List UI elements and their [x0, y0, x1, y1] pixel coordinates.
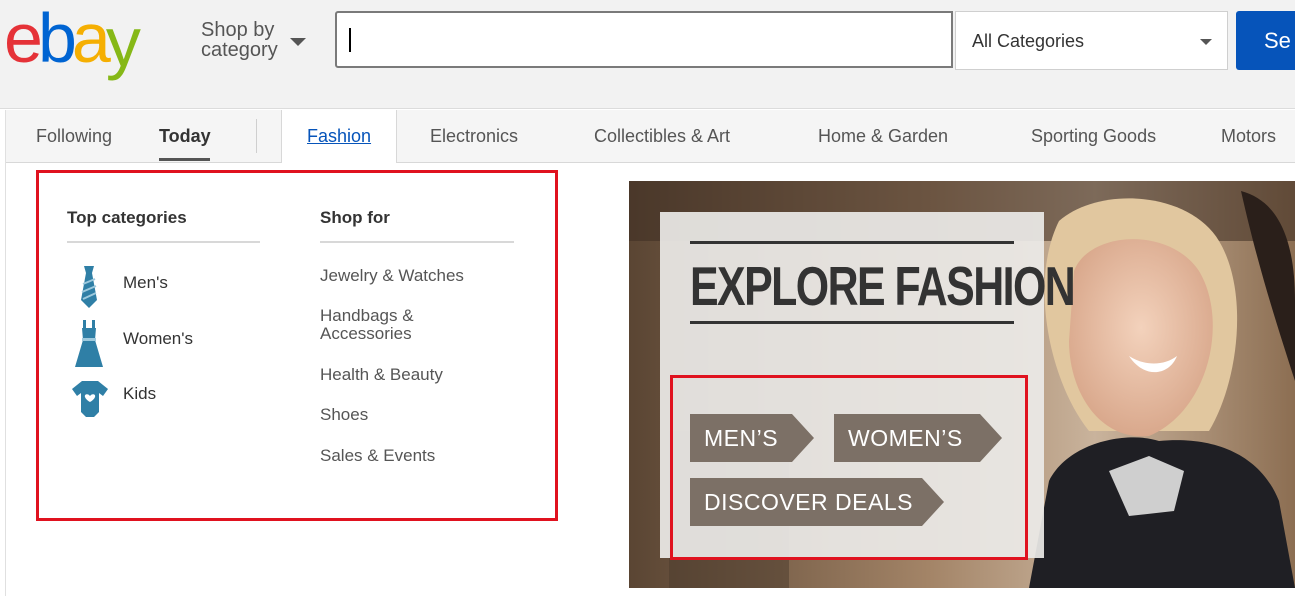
tab-motors[interactable]: Motors [1221, 110, 1276, 162]
shop-link-sales-events[interactable]: Sales & Events [320, 447, 435, 465]
category-link-kids[interactable]: Kids [123, 384, 156, 404]
page-left-border [5, 162, 6, 596]
banner-headline: EXPLORE FASHION [690, 255, 1076, 317]
divider [690, 241, 1014, 244]
search-button[interactable]: Se [1236, 11, 1295, 70]
category-nav: Following Today Fashion Electronics Coll… [5, 110, 1295, 163]
tab-fashion[interactable]: Fashion [307, 110, 371, 162]
shop-link-shoes[interactable]: Shoes [320, 406, 368, 424]
category-select[interactable]: All Categories [955, 11, 1228, 70]
category-link-womens[interactable]: Women's [123, 329, 193, 349]
chevron-down-icon[interactable] [290, 38, 306, 46]
tie-icon [77, 266, 101, 313]
shop-by-category-button[interactable]: Shop by category [201, 20, 278, 60]
tab-collectibles-art[interactable]: Collectibles & Art [594, 110, 730, 162]
shop-link-health-beauty[interactable]: Health & Beauty [320, 366, 443, 384]
highlight-frame-buttons [670, 375, 1028, 560]
divider [690, 321, 1014, 324]
dress-icon [73, 320, 105, 373]
ebay-logo[interactable]: ebay [4, 0, 141, 81]
header: ebay Shop by category All Categories Se [0, 0, 1295, 109]
top-categories-title: Top categories [67, 208, 187, 227]
onesie-icon [71, 380, 109, 423]
text-cursor [349, 28, 351, 52]
shop-link-handbags-accessories[interactable]: Handbags & Accessories [320, 307, 414, 343]
category-select-label: All Categories [972, 31, 1085, 51]
tab-home-garden[interactable]: Home & Garden [818, 110, 948, 162]
shop-for-title: Shop for [320, 208, 390, 227]
nav-divider [256, 119, 257, 153]
search-input[interactable] [335, 11, 953, 68]
active-underline [159, 158, 210, 161]
tab-sporting-goods[interactable]: Sporting Goods [1031, 110, 1156, 162]
tab-today[interactable]: Today [159, 110, 211, 162]
divider [320, 241, 514, 243]
shop-link-jewelry-watches[interactable]: Jewelry & Watches [320, 267, 464, 285]
category-link-mens[interactable]: Men's [123, 273, 168, 293]
divider [67, 241, 260, 243]
tab-following[interactable]: Following [36, 110, 112, 162]
tab-electronics[interactable]: Electronics [430, 110, 518, 162]
chevron-down-icon [1200, 39, 1212, 45]
